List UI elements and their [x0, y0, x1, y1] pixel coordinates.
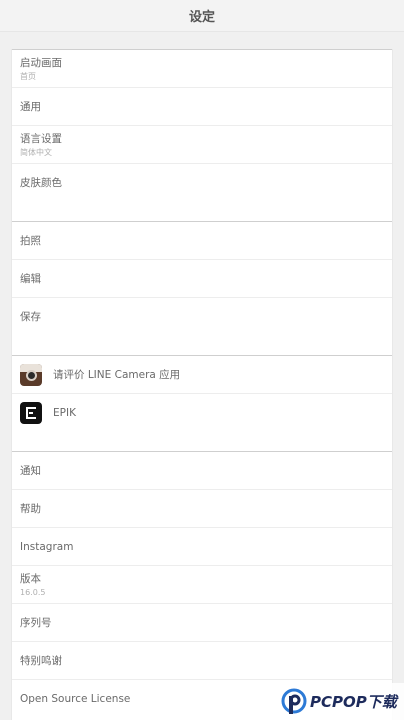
row-general[interactable]: 通用 — [12, 88, 392, 126]
row-label: 拍照 — [20, 234, 41, 247]
group-display: 启动画面 首页 通用 语言设置 简体中文 皮肤颜色 — [12, 49, 392, 202]
row-label: 序列号 — [20, 616, 52, 629]
row-label: 编辑 — [20, 272, 41, 285]
group-spacer — [12, 336, 392, 355]
row-help[interactable]: 帮助 — [12, 490, 392, 528]
group-apps: 请评价 LINE Camera 应用 EPIK — [12, 355, 392, 432]
settings-list: 启动画面 首页 通用 语言设置 简体中文 皮肤颜色 拍照 编辑 保存 请评价 L… — [11, 49, 393, 720]
row-edit[interactable]: 编辑 — [12, 260, 392, 298]
row-save[interactable]: 保存 — [12, 298, 392, 336]
row-label: 通知 — [20, 464, 41, 477]
row-rate-line-camera[interactable]: 请评价 LINE Camera 应用 — [12, 356, 392, 394]
row-version[interactable]: 版本 16.0.5 — [12, 566, 392, 604]
watermark-brand: PCPOP下载 — [310, 693, 397, 711]
row-label: 版本 — [20, 572, 41, 585]
row-special-thanks[interactable]: 特别鸣谢 — [12, 642, 392, 680]
group-camera: 拍照 编辑 保存 — [12, 221, 392, 336]
watermark: PCPOP下载 — [278, 683, 404, 720]
line-camera-icon — [20, 363, 42, 386]
row-epik[interactable]: EPIK — [12, 394, 392, 432]
row-serial-number[interactable]: 序列号 — [12, 604, 392, 642]
row-skin-color[interactable]: 皮肤颜色 — [12, 164, 392, 202]
row-label: 启动画面 — [20, 56, 62, 69]
row-value: 首页 — [20, 71, 36, 81]
group-spacer — [12, 202, 392, 221]
group-spacer — [12, 432, 392, 451]
row-label: 请评价 LINE Camera 应用 — [53, 368, 181, 381]
title-bar: 设定 — [0, 0, 404, 32]
row-label: Instagram — [20, 540, 74, 553]
row-label: 通用 — [20, 100, 41, 113]
row-value: 16.0.5 — [20, 587, 46, 597]
row-startup-screen[interactable]: 启动画面 首页 — [12, 50, 392, 88]
row-label: 保存 — [20, 311, 41, 323]
row-label: 语言设置 — [20, 132, 62, 145]
row-label: 特别鸣谢 — [20, 654, 62, 667]
pcpop-logo-icon — [281, 688, 307, 714]
row-label: 皮肤颜色 — [20, 177, 62, 189]
row-language[interactable]: 语言设置 简体中文 — [12, 126, 392, 164]
row-label: 帮助 — [20, 502, 41, 515]
row-instagram[interactable]: Instagram — [12, 528, 392, 566]
row-notifications[interactable]: 通知 — [12, 452, 392, 490]
group-about: 通知 帮助 Instagram 版本 16.0.5 序列号 特别鸣谢 Open … — [12, 451, 392, 718]
epik-icon — [20, 402, 42, 424]
row-label: EPIK — [53, 407, 76, 419]
row-value: 简体中文 — [20, 147, 52, 157]
page-title: 设定 — [188, 10, 215, 25]
row-shoot[interactable]: 拍照 — [12, 222, 392, 260]
